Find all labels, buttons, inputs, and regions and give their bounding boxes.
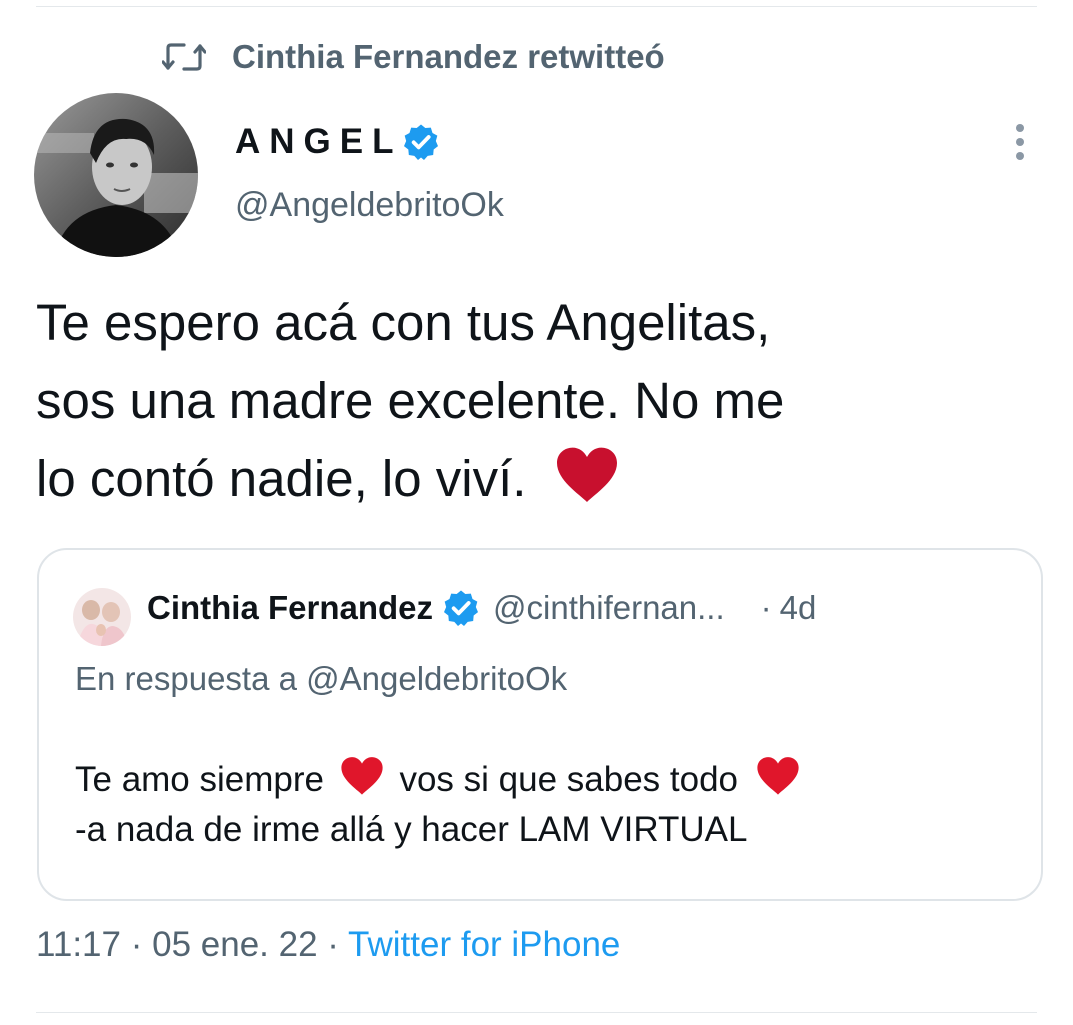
author-handle[interactable]: @AngeldebritoOk xyxy=(235,186,504,225)
quoted-text-segment: Te amo siempre xyxy=(75,760,324,799)
red-heart-emoji-icon xyxy=(556,447,617,502)
retweet-context[interactable]: Cinthia Fernandez retwitteó xyxy=(162,38,665,76)
tweet-text-line: sos una madre excelente. No me xyxy=(36,372,785,429)
quoted-author-handle[interactable]: @cinthifernan... xyxy=(493,589,725,627)
tweet-source-link[interactable]: Twitter for iPhone xyxy=(348,925,620,964)
tweet-date[interactable]: 05 ene. 22 xyxy=(152,925,317,964)
tweet-text-line-content: lo contó nadie, lo viví. xyxy=(36,450,527,507)
more-vertical-icon[interactable] xyxy=(1008,122,1032,162)
author-name[interactable]: ANGEL xyxy=(235,122,441,162)
quoted-author-name[interactable]: Cinthia Fernandez xyxy=(147,589,433,627)
retweet-icon xyxy=(162,43,206,71)
quoted-tweet-card[interactable]: Cinthia Fernandez @cinthifernan... · 4d … xyxy=(37,548,1043,901)
bottom-divider xyxy=(36,1012,1037,1013)
top-divider xyxy=(36,6,1037,7)
quoted-text-line: Te amo siempre vos si que sabes todo xyxy=(75,755,1025,805)
red-heart-emoji-icon xyxy=(341,757,383,795)
separator-dot: · xyxy=(130,925,143,964)
quoted-tweet-time[interactable]: 4d xyxy=(780,589,817,627)
separator-dot: · xyxy=(327,925,339,964)
separator-dot: · xyxy=(760,589,772,626)
quoted-author-avatar[interactable] xyxy=(73,588,131,646)
reply-context[interactable]: En respuesta a @AngeldebritoOk xyxy=(75,660,567,698)
tweet-text-line: lo contó nadie, lo viví. xyxy=(36,440,1036,518)
quoted-tweet-header: Cinthia Fernandez @cinthifernan... · 4d xyxy=(147,588,816,628)
verified-badge-icon xyxy=(403,124,438,160)
quoted-tweet-text: Te amo siempre vos si que sabes todo -a … xyxy=(75,755,1025,855)
red-heart-emoji-icon xyxy=(757,757,799,795)
tweet-text: Te espero acá con tus Angelitas, sos una… xyxy=(36,284,1036,518)
quoted-text-segment: vos si que sabes todo xyxy=(399,760,739,799)
author-name-text: ANGEL xyxy=(235,122,403,161)
tweet-time[interactable]: 11:17 xyxy=(36,925,121,964)
tweet-text-line: Te espero acá con tus Angelitas, xyxy=(36,294,771,351)
tweet-meta: 11:17 · 05 ene. 22 · Twitter for iPhone xyxy=(36,925,620,965)
retweet-text: Cinthia Fernandez retwitteó xyxy=(232,38,665,75)
quoted-text-line: -a nada de irme allá y hacer LAM VIRTUAL xyxy=(75,810,748,849)
verified-badge-icon xyxy=(444,590,479,626)
author-avatar[interactable] xyxy=(34,93,198,257)
